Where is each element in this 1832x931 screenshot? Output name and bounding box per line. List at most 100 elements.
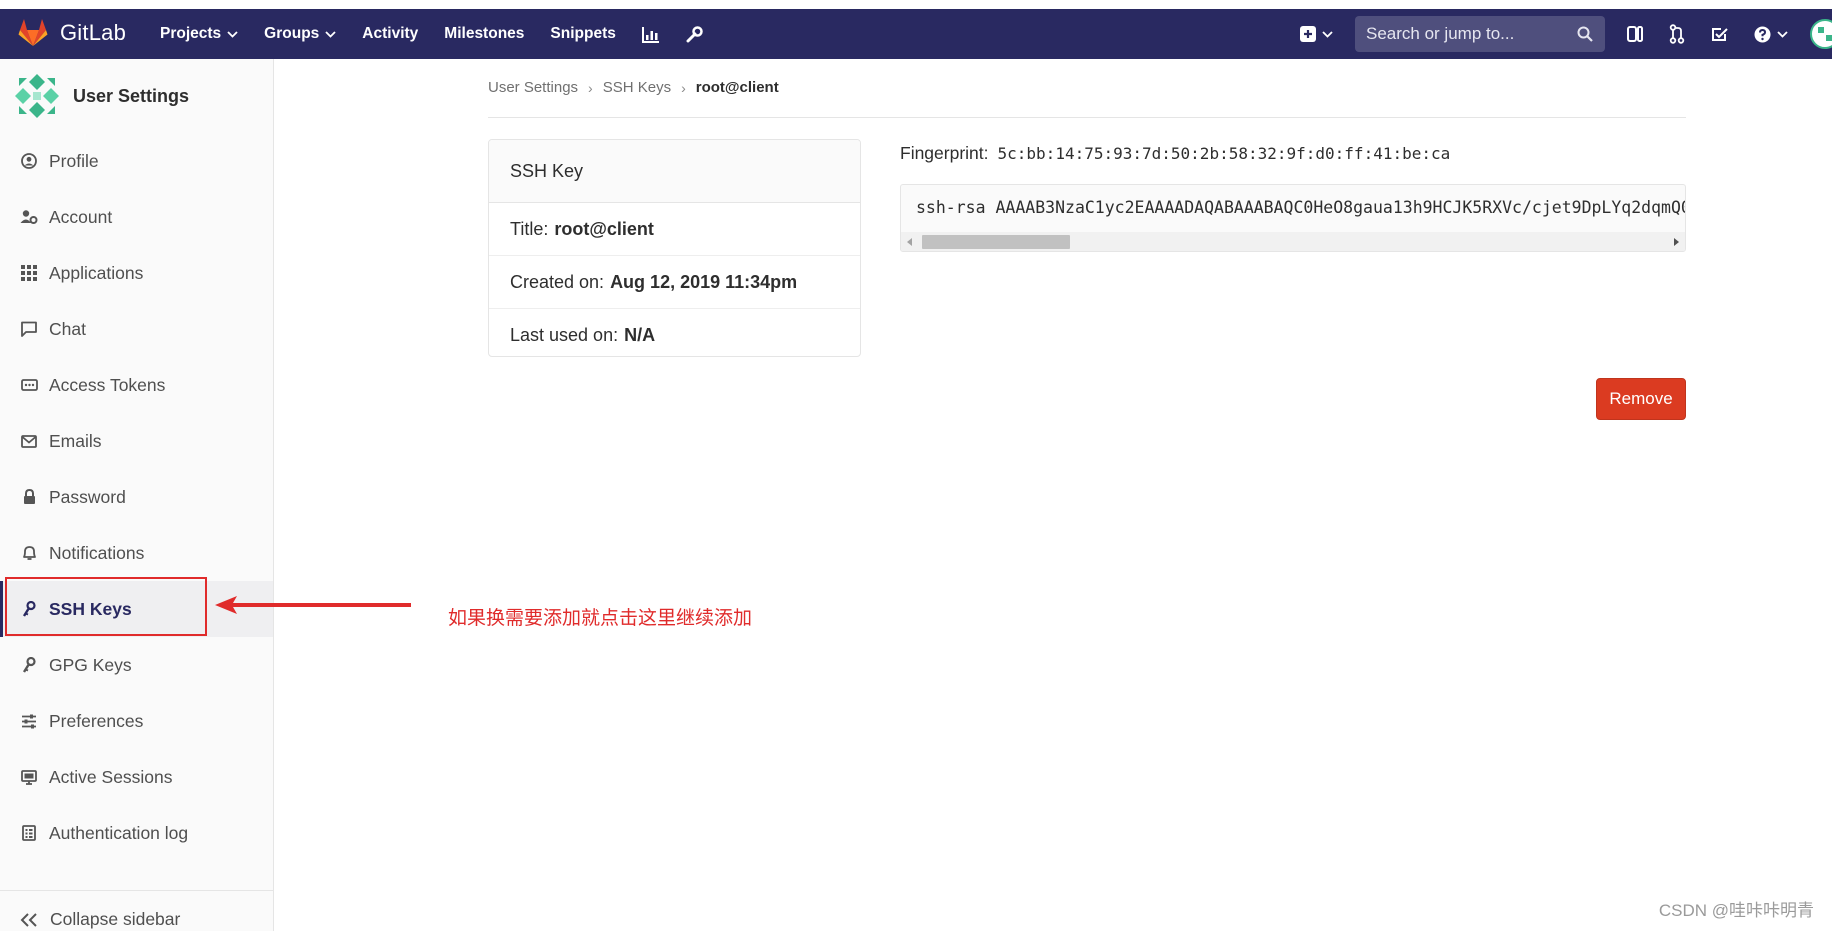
chevron-right-icon: › <box>588 79 593 96</box>
mail-icon <box>20 432 38 450</box>
watermark: CSDN @哇咔咔明青 <box>1658 901 1814 920</box>
monitor-icon <box>20 768 38 786</box>
sidebar-item-label: Preferences <box>49 710 144 731</box>
sidebar-item-authentication-log[interactable]: Authentication log <box>0 805 273 861</box>
nav-projects[interactable]: Projects <box>160 25 238 43</box>
sidebar-item-label: Account <box>49 206 113 227</box>
user-avatar[interactable] <box>1810 19 1832 49</box>
new-dropdown[interactable] <box>1300 26 1333 42</box>
breadcrumb-current[interactable]: root@client <box>696 79 779 96</box>
bell-icon <box>20 544 38 562</box>
active-indicator <box>0 581 3 637</box>
annotation-arrow-icon <box>215 594 411 616</box>
sidebar-header[interactable]: User Settings <box>13 72 189 120</box>
breadcrumb-user-settings[interactable]: User Settings <box>488 79 578 96</box>
nav-groups-label: Groups <box>264 25 320 42</box>
sidebar-item-label: Password <box>49 486 126 507</box>
breadcrumb-ssh-keys[interactable]: SSH Keys <box>603 79 671 96</box>
annotation-highlight-box <box>5 577 207 636</box>
sidebar-divider <box>0 890 273 891</box>
key-icon <box>20 656 38 674</box>
plus-square-icon <box>1300 26 1316 42</box>
sidebar-item-label: Active Sessions <box>49 766 173 787</box>
fingerprint-value: 5c:bb:14:75:93:7d:50:2b:58:32:9f:d0:ff:4… <box>997 144 1451 163</box>
scrollbar-thumb[interactable] <box>922 235 1070 249</box>
ssh-key-card-header: SSH Key <box>489 140 860 203</box>
public-key-box[interactable]: ssh-rsa AAAAB3NzaC1yc2EAAAADAQABAAABAQC0… <box>900 184 1686 252</box>
sidebar-item-access-tokens[interactable]: Access Tokens <box>0 357 273 413</box>
sidebar-item-preferences[interactable]: Preferences <box>0 693 273 749</box>
nav-projects-label: Projects <box>160 25 222 42</box>
profile-icon <box>20 152 38 170</box>
chevron-right-icon: › <box>681 79 686 96</box>
scroll-right-arrow-icon[interactable] <box>1674 238 1679 246</box>
breadcrumb-divider <box>488 117 1686 118</box>
issues-icon[interactable] <box>1627 24 1643 44</box>
remove-button[interactable]: Remove <box>1596 378 1686 420</box>
sidebar-item-account[interactable]: Account <box>0 189 273 245</box>
nav-snippets[interactable]: Snippets <box>550 25 615 43</box>
help-icon <box>1754 26 1771 43</box>
key-title-row: Title: root@client <box>489 203 860 256</box>
user-settings-avatar-icon <box>13 72 61 120</box>
chevron-down-icon <box>325 30 336 38</box>
merge-request-icon[interactable] <box>1669 24 1685 44</box>
key-title-value: root@client <box>554 218 654 239</box>
key-title-label: Title: <box>510 218 549 239</box>
lock-icon <box>20 488 38 506</box>
help-dropdown[interactable] <box>1754 26 1788 43</box>
sidebar-item-chat[interactable]: Chat <box>0 301 273 357</box>
chevron-down-icon <box>1322 30 1333 38</box>
annotation-note: 如果换需要添加就点击这里继续添加 <box>448 607 753 629</box>
collapse-sidebar-button[interactable]: Collapse sidebar <box>20 909 180 930</box>
sidebar-title: User Settings <box>73 85 190 106</box>
top-strip <box>0 0 1832 9</box>
key-created-label: Created on: <box>510 271 605 292</box>
nav-groups[interactable]: Groups <box>264 25 336 43</box>
collapse-sidebar-label: Collapse sidebar <box>50 909 181 929</box>
top-navbar: GitLab Projects Groups Activity Mileston… <box>0 9 1832 59</box>
account-icon <box>20 208 38 226</box>
search-icon <box>1577 26 1593 42</box>
token-icon <box>20 376 38 394</box>
wrench-icon[interactable] <box>686 25 703 43</box>
double-chevron-left-icon <box>20 912 38 927</box>
sidebar-item-applications[interactable]: Applications <box>0 245 273 301</box>
gitlab-logo-icon <box>18 19 48 47</box>
settings-sidebar: User Settings Profile Account Applicatio… <box>0 59 274 931</box>
nav-milestones[interactable]: Milestones <box>444 25 524 43</box>
search-input[interactable]: Search or jump to... <box>1355 16 1605 52</box>
scroll-left-arrow-icon[interactable] <box>907 238 912 246</box>
sidebar-item-password[interactable]: Password <box>0 469 273 525</box>
sidebar-item-label: Profile <box>49 150 99 171</box>
navbar-right: Search or jump to... <box>1300 9 1832 59</box>
chevron-down-icon <box>227 30 238 38</box>
fingerprint: Fingerprint: 5c:bb:14:75:93:7d:50:2b:58:… <box>900 143 1450 164</box>
key-last-used-value: N/A <box>624 324 656 345</box>
key-created-row: Created on: Aug 12, 2019 11:34pm <box>489 256 860 309</box>
sidebar-item-emails[interactable]: Emails <box>0 413 273 469</box>
chart-icon[interactable] <box>641 26 660 43</box>
main-nav: Projects Groups Activity Milestones Snip… <box>160 9 729 59</box>
sidebar-item-active-sessions[interactable]: Active Sessions <box>0 749 273 805</box>
todo-icon[interactable] <box>1711 26 1728 43</box>
horizontal-scrollbar[interactable] <box>901 232 1685 251</box>
sliders-icon <box>20 712 38 730</box>
brand-name: GitLab <box>60 20 127 45</box>
sidebar-item-profile[interactable]: Profile <box>0 133 273 189</box>
key-last-used-row: Last used on: N/A <box>489 309 860 356</box>
sidebar-item-notifications[interactable]: Notifications <box>0 525 273 581</box>
key-created-value: Aug 12, 2019 11:34pm <box>610 271 798 292</box>
sidebar-item-label: Applications <box>49 262 144 283</box>
applications-icon <box>20 264 38 282</box>
nav-activity[interactable]: Activity <box>362 25 418 43</box>
sidebar-item-gpg-keys[interactable]: GPG Keys <box>0 637 273 693</box>
sidebar-item-label: Authentication log <box>49 822 189 843</box>
fingerprint-label: Fingerprint: <box>900 143 989 163</box>
chat-icon <box>20 320 38 338</box>
sidebar-item-label: Notifications <box>49 542 145 563</box>
gitlab-home-link[interactable]: GitLab <box>18 19 126 47</box>
sidebar-item-label: Access Tokens <box>49 374 166 395</box>
sidebar-item-label: GPG Keys <box>49 654 132 675</box>
key-last-used-label: Last used on: <box>510 324 619 345</box>
